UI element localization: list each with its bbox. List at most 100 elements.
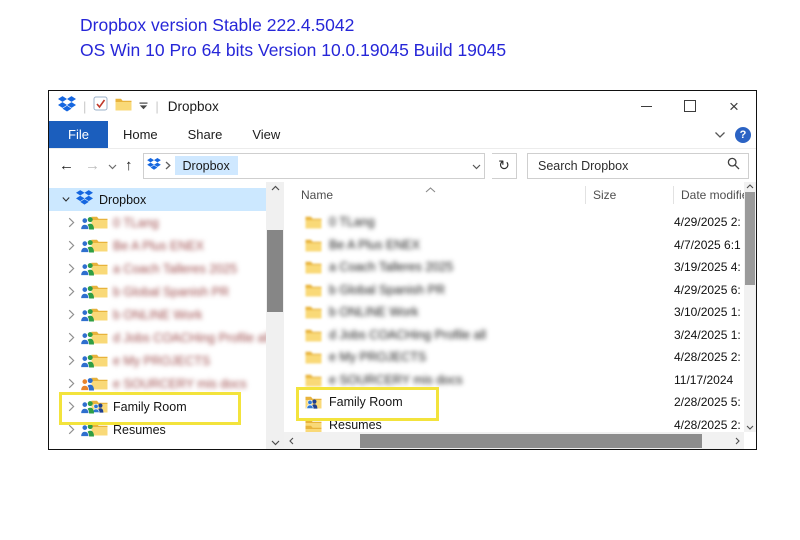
table-row[interactable]: a Coach Talleres 2025 3/19/2025 4: <box>284 256 744 279</box>
file-name: e SOURCERY mis docs <box>329 372 463 387</box>
table-row[interactable]: Be A Plus ENEX 4/7/2025 6:1 <box>284 234 744 257</box>
date-modified: 2/28/2025 5: <box>674 395 741 410</box>
people-badge-icon <box>80 216 95 235</box>
expand-chevron-icon[interactable] <box>68 424 76 435</box>
list-horizontal-scrollbar[interactable] <box>284 432 744 449</box>
minimize-ribbon-chevron-icon[interactable] <box>714 126 726 144</box>
tab-file[interactable]: File <box>49 121 108 148</box>
scroll-left-icon[interactable] <box>284 437 298 445</box>
folder-icon <box>305 305 323 319</box>
dropbox-logo-icon <box>146 157 161 175</box>
shared-folder-people-icon <box>80 399 109 414</box>
folder-icon[interactable] <box>115 97 132 116</box>
scroll-down-icon[interactable] <box>266 440 284 446</box>
scroll-right-icon[interactable] <box>730 437 744 445</box>
tree-item[interactable]: b Global Spanish PR <box>49 280 266 303</box>
file-name: Be A Plus ENEX <box>329 237 421 252</box>
expand-chevron-icon[interactable] <box>68 286 76 297</box>
tree-item[interactable]: Resumes <box>49 418 266 441</box>
list-vertical-scrollbar[interactable] <box>744 182 756 432</box>
tree-item-label: 0 TLang <box>113 215 159 230</box>
shared-folder-people-icon <box>305 395 323 410</box>
expand-chevron-icon[interactable] <box>68 217 76 228</box>
tree-item-label: a Coach Talleres 2025 <box>113 261 238 276</box>
table-row[interactable]: b ONLINE Work 3/10/2025 1: <box>284 301 744 324</box>
horizontal-scrollbar-thumb[interactable] <box>360 433 702 448</box>
address-box[interactable]: Dropbox <box>142 152 485 179</box>
search-input[interactable] <box>536 157 727 174</box>
properties-checkbox-icon[interactable] <box>93 96 108 116</box>
maximize-button[interactable] <box>668 91 712 121</box>
expand-chevron-icon[interactable] <box>68 240 76 251</box>
shared-people-folder-icon <box>80 284 109 299</box>
tree-item[interactable]: d Jobs COACHing Profile all <box>49 326 266 349</box>
folder-icon <box>305 238 323 252</box>
tab-home[interactable]: Home <box>108 121 173 148</box>
back-button[interactable]: ← <box>56 158 77 173</box>
minimize-button[interactable] <box>624 91 668 121</box>
expand-chevron-icon[interactable] <box>68 332 76 343</box>
table-row[interactable]: d Jobs COACHing Profile all 3/24/2025 1: <box>284 324 744 347</box>
scroll-up-icon[interactable] <box>266 185 284 191</box>
recent-locations-chevron-icon[interactable] <box>108 157 117 175</box>
tab-share[interactable]: Share <box>173 121 238 148</box>
tree-item[interactable]: b ONLINE Work <box>49 303 266 326</box>
expand-chevron-icon[interactable] <box>68 263 76 274</box>
table-row[interactable]: b Global Spanish PR 4/29/2025 6: <box>284 279 744 302</box>
column-headers: Name Size Date modified <box>284 182 756 208</box>
refresh-button[interactable]: ↻ <box>492 152 517 179</box>
expand-chevron-icon[interactable] <box>68 401 76 412</box>
tree-item[interactable]: e My PROJECTS <box>49 349 266 372</box>
table-row[interactable]: 0 TLang 4/29/2025 2: <box>284 211 744 234</box>
folder-icon <box>305 283 323 297</box>
people-badge-icon <box>80 423 95 442</box>
people-badge-icon <box>80 400 95 419</box>
date-modified: 4/28/2025 2: <box>674 417 741 432</box>
table-row[interactable]: Family Room 2/28/2025 5: <box>284 391 744 414</box>
forward-button[interactable]: → <box>82 158 103 173</box>
breadcrumb-chevron-icon <box>165 157 171 175</box>
date-modified: 4/29/2025 6: <box>674 282 741 297</box>
people-badge-icon <box>80 331 95 350</box>
expand-chevron-icon[interactable] <box>68 309 76 320</box>
table-row[interactable]: e My PROJECTS 4/28/2025 2: <box>284 346 744 369</box>
minimize-icon <box>640 105 652 107</box>
people-badge-icon <box>80 377 95 396</box>
table-row[interactable]: Resumes 4/28/2025 2: <box>284 414 744 433</box>
people-badge-icon <box>80 262 95 281</box>
table-row[interactable]: e SOURCERY mis docs 11/17/2024 <box>284 369 744 392</box>
scroll-down-icon[interactable] <box>744 425 756 430</box>
search-icon[interactable] <box>727 157 740 175</box>
tab-view[interactable]: View <box>237 121 295 148</box>
file-name: Family Room <box>329 395 403 410</box>
main-area: Dropbox 0 TLang Be A Plus ENEX a Coach Tal… <box>49 182 756 449</box>
tree-item[interactable]: a Coach Talleres 2025 <box>49 257 266 280</box>
collapse-chevron-icon[interactable] <box>62 196 70 203</box>
help-button[interactable]: ? <box>735 126 751 143</box>
close-button[interactable]: × <box>712 91 756 121</box>
list-scrollbar-thumb[interactable] <box>745 192 755 285</box>
people-badge-icon <box>80 308 95 327</box>
expand-chevron-icon[interactable] <box>68 378 76 389</box>
tree-item[interactable]: Family Room <box>49 395 266 418</box>
tree-root-dropbox[interactable]: Dropbox <box>49 188 266 211</box>
expand-chevron-icon[interactable] <box>68 355 76 366</box>
breadcrumb[interactable]: Dropbox <box>174 156 238 175</box>
shared-people-folder-icon <box>80 422 109 437</box>
tree-scrollbar[interactable] <box>266 182 284 449</box>
file-name: d Jobs COACHing Profile all <box>329 327 487 342</box>
up-button[interactable]: ↑ <box>122 158 136 173</box>
tree-scrollbar-thumb[interactable] <box>267 230 283 312</box>
tree-item-label: e My PROJECTS <box>113 353 211 368</box>
address-dropdown-chevron-icon[interactable] <box>472 157 481 175</box>
quick-access-toolbar-caret-icon[interactable] <box>139 97 148 115</box>
column-header-size[interactable]: Size <box>585 186 673 204</box>
tree-item-label: Be A Plus ENEX <box>113 238 205 253</box>
tree-item[interactable]: Be A Plus ENEX <box>49 234 266 257</box>
tree-item[interactable]: 0 TLang <box>49 211 266 234</box>
tree-item[interactable]: e SOURCERY mis docs <box>49 372 266 395</box>
date-modified: 4/7/2025 6:1 <box>674 237 741 252</box>
explorer-window: | | Dropbox × File Home Share View ? ← →… <box>48 90 757 450</box>
folder-icon <box>305 373 323 387</box>
scroll-up-icon[interactable] <box>744 184 756 189</box>
